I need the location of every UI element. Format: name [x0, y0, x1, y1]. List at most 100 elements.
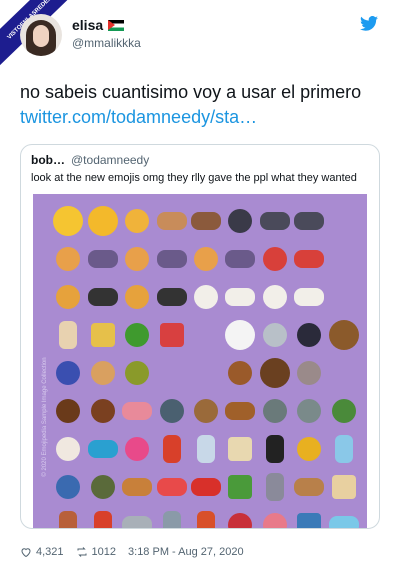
military-helmet-icon: [90, 475, 115, 499]
person-feeding-baby-icon: [56, 247, 81, 271]
retweet-icon: [77, 547, 87, 557]
pinched-fingers-icon: [125, 209, 150, 233]
fondue-icon: [159, 323, 184, 347]
beaver-icon: [228, 361, 253, 385]
veil-tones-icon: [225, 288, 256, 306]
mx-claus-icon: [262, 247, 287, 271]
knot-icon: [56, 475, 81, 499]
anatomical-heart-icon: [228, 513, 253, 528]
headstone-icon: [297, 399, 322, 423]
likes-count: 4,321: [36, 546, 64, 558]
carpentry-saw-icon: [122, 516, 153, 528]
placard-icon: [331, 475, 356, 499]
woman-feeding-tones-icon: [156, 250, 187, 268]
olive-icon: [125, 361, 150, 385]
hook-icon: [265, 473, 284, 501]
flatbread-icon: [90, 361, 115, 385]
pinata-icon: [125, 437, 150, 461]
bucket-icon: [228, 475, 253, 499]
beetle-icon: [56, 399, 81, 423]
quoted-name[interactable]: bob…: [31, 153, 65, 167]
man-veil-tones-icon: [294, 288, 325, 306]
black-cat-icon: [297, 323, 322, 347]
author-display[interactable]: elisa: [72, 16, 141, 34]
pinched-fingers-tones-2-icon: [190, 212, 221, 230]
toothbrush-icon: [156, 478, 187, 496]
nesting-dolls-icon: [162, 435, 181, 463]
thong-sandal-icon: [87, 440, 118, 458]
fly-icon: [159, 399, 184, 423]
dodo-icon: [297, 361, 322, 385]
worm-icon: [122, 402, 153, 420]
quoted-header: bob… @todamneedy: [21, 145, 379, 167]
coin-icon: [297, 437, 322, 461]
polar-bear-icon: [225, 320, 256, 350]
twitter-bird-icon[interactable]: [360, 16, 378, 31]
lungs-icon: [262, 513, 287, 528]
magic-wand-icon: [265, 435, 284, 463]
woman-with-veil-icon: [193, 285, 218, 309]
person-in-tuxedo-icon: [56, 285, 81, 309]
tweet-timestamp[interactable]: 3:18 PM - Aug 27, 2020: [128, 546, 244, 558]
plunger-icon: [196, 511, 215, 528]
quoted-tweet[interactable]: bob… @todamneedy look at the new emojis …: [20, 144, 380, 529]
emoji-grid: [51, 202, 361, 528]
mirror-icon: [196, 435, 215, 463]
woman-feeding-baby-icon: [125, 247, 150, 271]
rock-icon: [262, 399, 287, 423]
person-feeding-tones-icon: [87, 250, 118, 268]
author-handle[interactable]: @mmalikkka: [72, 34, 141, 52]
pickup-truck-icon: [190, 478, 221, 496]
man-with-veil-icon: [262, 285, 287, 309]
tuxedo-tones-icon: [87, 288, 118, 306]
transgender-flag-icon: [328, 516, 359, 528]
avatar[interactable]: [20, 14, 62, 56]
roller-skate-icon: [56, 437, 81, 461]
quoted-image[interactable]: © 2020 Emojipedia Sample Image Collectio…: [33, 194, 367, 528]
pinched-fingers-tones-icon: [156, 212, 187, 230]
tweet-header: elisa @mmalikkka: [20, 14, 380, 60]
window-icon: [228, 437, 253, 461]
tweet-link[interactable]: twitter.com/todamneedy/sta…: [20, 107, 257, 127]
author-names: elisa @mmalikkka: [72, 16, 141, 52]
bison-icon: [259, 358, 290, 388]
tamale-icon: [90, 323, 115, 347]
woman-tuxedo-tones-icon: [156, 288, 187, 306]
boomerang-icon: [122, 478, 153, 496]
man-feeding-baby-icon: [193, 247, 218, 271]
hut-icon: [193, 399, 218, 423]
mammoth-icon: [328, 320, 359, 350]
hook-2-icon: [162, 511, 181, 528]
smiling-face-with-tear-icon: [53, 206, 84, 236]
bubble-tea-icon: [59, 321, 78, 349]
heart-icon: [21, 548, 31, 558]
tweet-footer: 4,321 1012 3:18 PM - Aug 27, 2020: [20, 546, 244, 558]
display-name[interactable]: elisa: [72, 16, 103, 34]
elevator-icon: [297, 513, 322, 528]
wood-icon: [225, 402, 256, 420]
man-feeding-tones-icon: [225, 250, 256, 268]
quoted-text: look at the new emojis omg they rlly gav…: [31, 172, 357, 184]
tweet-card: VISTOENLASREDES.COM elisa @mmalikkka no …: [0, 0, 400, 575]
retweets-count: 1012: [91, 546, 117, 558]
palestine-flag-icon: [108, 19, 125, 31]
ninja-icon: [228, 209, 253, 233]
ladder-icon: [59, 511, 78, 528]
seal-icon: [262, 323, 287, 347]
disguised-face-icon: [87, 206, 118, 236]
woman-in-tuxedo-icon: [125, 285, 150, 309]
screwdriver-icon: [93, 511, 112, 528]
tweet-body: no sabeis cuantisimo voy a usar el prime…: [20, 82, 362, 102]
potted-plant-icon: [331, 399, 356, 423]
quoted-handle[interactable]: @todamneedy: [71, 153, 149, 167]
blueberries-icon: [56, 361, 81, 385]
ninja-tones-2-icon: [294, 212, 325, 230]
mouse-trap-icon: [294, 478, 325, 496]
cockroach-icon: [90, 399, 115, 423]
ninja-tones-icon: [259, 212, 290, 230]
retweets-stat[interactable]: 1012: [76, 546, 116, 558]
likes-stat[interactable]: 4,321: [20, 546, 64, 558]
image-caption: © 2020 Emojipedia Sample Image Collectio…: [42, 357, 48, 477]
feather-icon: [334, 435, 353, 463]
bell-pepper-icon: [125, 323, 150, 347]
